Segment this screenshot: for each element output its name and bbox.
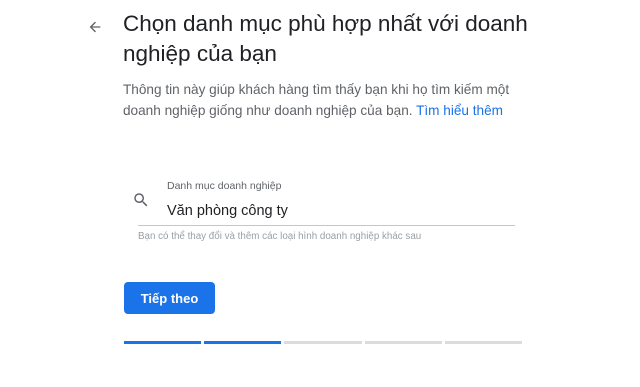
progress-segment bbox=[124, 341, 202, 344]
progress-segment bbox=[204, 341, 282, 344]
business-category-step: Chọn danh mục phù hợp nhất với doanh ngh… bbox=[0, 0, 640, 387]
category-helper-text: Bạn có thể thay đổi và thêm các loại hìn… bbox=[138, 231, 422, 242]
learn-more-link[interactable]: Tìm hiểu thêm bbox=[416, 103, 503, 118]
progress-bar bbox=[124, 341, 523, 344]
next-button[interactable]: Tiếp theo bbox=[124, 282, 215, 314]
category-input[interactable] bbox=[167, 200, 512, 222]
search-icon bbox=[134, 193, 148, 207]
description: Thông tin này giúp khách hàng tìm thấy b… bbox=[123, 80, 523, 121]
progress-segment bbox=[284, 341, 362, 344]
arrow-left-icon bbox=[89, 21, 101, 33]
page-title: Chọn danh mục phù hợp nhất với doanh ngh… bbox=[123, 11, 528, 66]
category-field-label: Danh mục doanh nghiệp bbox=[167, 180, 282, 192]
progress-segment bbox=[364, 341, 442, 344]
back-button[interactable] bbox=[82, 14, 108, 40]
progress-segment bbox=[444, 341, 523, 344]
field-underline bbox=[138, 225, 515, 226]
